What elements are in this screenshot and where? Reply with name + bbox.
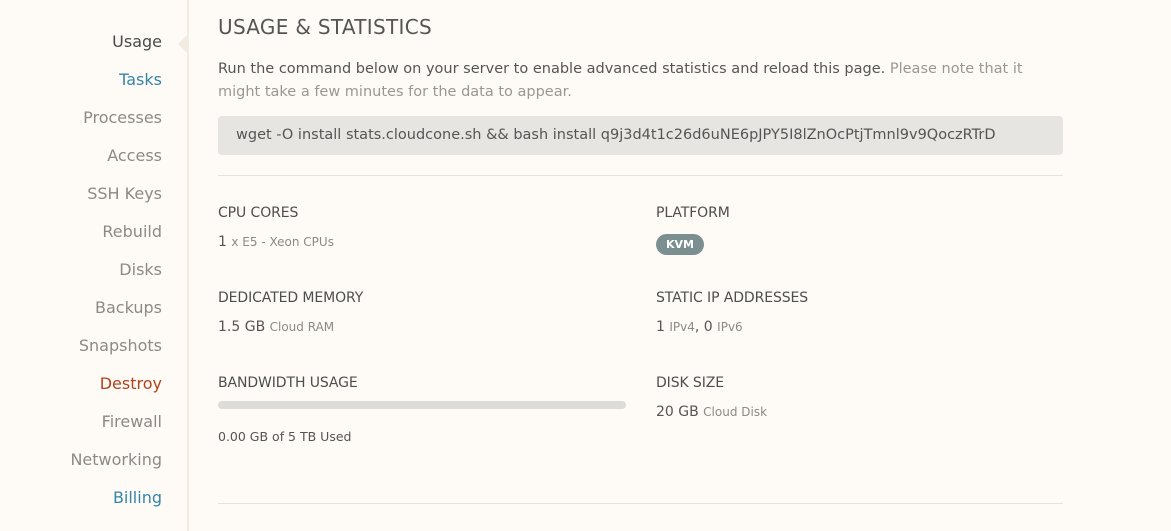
sidebar-item-firewall[interactable]: Firewall [102,412,162,432]
sidebar-item-tasks[interactable]: Tasks [119,70,162,90]
disk-amount: 20 GB [656,404,699,420]
platform-badge: KVM [656,234,704,255]
install-command[interactable]: wget -O install stats.cloudcone.sh && ba… [218,116,1063,155]
memory-label: DEDICATED MEMORY [218,290,364,306]
memory-amount: 1.5 GB [218,319,266,335]
sidebar-item-billing[interactable]: Billing [113,488,162,508]
disk-size-value: 20 GB Cloud Disk [656,404,767,420]
intro-text: Run the command below on your server to … [218,58,1063,104]
page-title: USAGE & STATISTICS [218,15,432,39]
ipv4-count: 1 [656,319,665,335]
memory-unit: Cloud RAM [269,320,335,334]
active-item-pointer [178,34,188,54]
static-ip-label: STATIC IP ADDRESSES [656,290,809,306]
sidebar-item-backups[interactable]: Backups [95,298,162,318]
sidebar-item-networking[interactable]: Networking [70,450,162,470]
sidebar-item-access[interactable]: Access [107,146,162,166]
intro-instruction: Run the command below on your server to … [218,61,886,77]
cpu-count: 1 [218,234,227,250]
disk-size-label: DISK SIZE [656,375,724,391]
divider-top [218,175,1063,176]
static-ip-value: 1 IPv4, 0 IPv6 [656,319,743,335]
sidebar-divider [187,0,189,531]
sidebar-item-usage[interactable]: Usage [112,32,162,52]
memory-value: 1.5 GB Cloud RAM [218,319,334,335]
sidebar-item-processes[interactable]: Processes [83,108,162,128]
platform-label: PLATFORM [656,205,730,221]
sidebar: Usage Tasks Processes Access SSH Keys Re… [0,0,187,531]
sidebar-item-ssh-keys[interactable]: SSH Keys [87,184,162,204]
bandwidth-progress-bar [218,401,626,409]
bandwidth-label: BANDWIDTH USAGE [218,375,358,391]
ipv4-label: IPv4 [669,320,695,334]
cpu-cores-label: CPU CORES [218,205,299,221]
sidebar-item-snapshots[interactable]: Snapshots [79,336,162,356]
cpu-cores-value: 1 x E5 - Xeon CPUs [218,234,334,250]
disk-unit: Cloud Disk [703,405,768,419]
sidebar-item-destroy[interactable]: Destroy [100,374,162,394]
ip-separator: , [694,319,700,335]
sidebar-item-disks[interactable]: Disks [119,260,162,280]
bandwidth-usage-text: 0.00 GB of 5 TB Used [218,429,352,444]
sidebar-item-rebuild[interactable]: Rebuild [102,222,162,242]
cpu-detail: x E5 - Xeon CPUs [231,235,334,249]
divider-bottom [218,503,1063,504]
ipv6-count: 0 [703,319,713,335]
ipv6-label: IPv6 [717,320,743,334]
